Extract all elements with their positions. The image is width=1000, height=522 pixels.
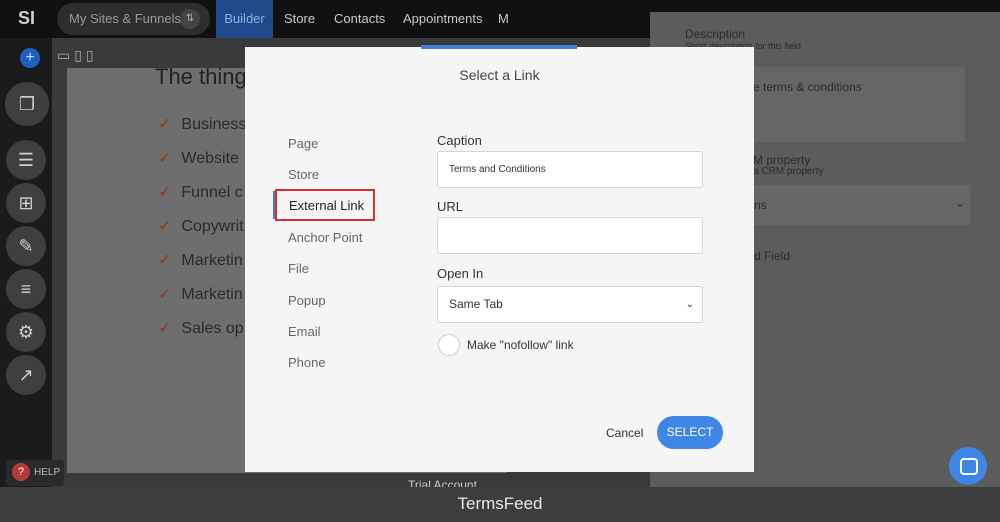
chat-icon[interactable] [949, 447, 987, 485]
open-in-label: Open In [437, 266, 484, 281]
open-in-select[interactable]: Same Tab ⌄ [437, 286, 703, 323]
chevron-down-icon: ⌄ [955, 196, 966, 210]
feature-item: ✓ Copywrit [158, 218, 244, 235]
check-icon: ✓ [158, 320, 172, 337]
select-link-modal: Select a Link Page Store External Link A… [245, 47, 754, 472]
help-button[interactable]: ? HELP [6, 460, 64, 486]
trial-account-label: Trial Account [408, 478, 477, 487]
check-icon: ✓ [158, 286, 172, 303]
link-type-file[interactable]: File [288, 261, 309, 276]
caption-input[interactable]: Terms and Conditions [437, 151, 703, 188]
feature-item: ✓ Marketin [158, 252, 243, 269]
external-icon[interactable]: ↗ [6, 355, 46, 395]
crm-property-subtitle: a CRM property [753, 166, 824, 177]
link-type-anchor-point[interactable]: Anchor Point [288, 230, 362, 245]
feature-item: ✓ Website [158, 150, 239, 167]
video-caption: TermsFeed [0, 487, 1000, 522]
feature-item: ✓ Sales op [158, 320, 244, 337]
check-icon: ✓ [158, 116, 172, 133]
select-button[interactable]: SELECT [657, 416, 723, 449]
sites-funnels-switcher[interactable]: My Sites & Funnels ⇅ [57, 3, 210, 35]
crm-select-value: ns [754, 198, 767, 212]
feature-item: ✓ Business [158, 116, 247, 133]
tab-store[interactable]: Store [284, 0, 315, 38]
help-icon: ? [12, 463, 30, 481]
feature-item: ✓ Funnel c [158, 184, 243, 201]
cancel-button[interactable]: Cancel [606, 426, 643, 440]
device-preview-icons[interactable]: ▭▯▯ [57, 47, 98, 64]
tab-more[interactable]: M [498, 0, 509, 38]
link-type-external-link[interactable]: External Link [273, 189, 375, 221]
check-icon: ✓ [158, 218, 172, 235]
caption-label: Caption [437, 133, 482, 148]
link-type-popup[interactable]: Popup [288, 293, 326, 308]
filter-icon[interactable]: ≡ [6, 269, 46, 309]
app-logo: SI [18, 8, 36, 28]
open-in-value: Same Tab [449, 297, 503, 311]
check-icon: ✓ [158, 252, 172, 269]
settings-icon[interactable]: ⚙ [6, 312, 46, 352]
link-type-email[interactable]: Email [288, 324, 321, 339]
sites-label: My Sites & Funnels [69, 11, 181, 26]
nofollow-label: Make "nofollow" link [467, 338, 574, 352]
check-icon: ✓ [158, 150, 172, 167]
canvas-heading: The thing [155, 64, 247, 89]
add-element-icon[interactable]: ⊞ [6, 183, 46, 223]
tab-builder[interactable]: Builder [216, 0, 273, 38]
crm-property-title: M property [753, 153, 811, 167]
pages-icon[interactable]: ❐ [5, 82, 49, 126]
chevron-down-icon: ⌄ [685, 299, 694, 310]
feature-item: ✓ Marketin [158, 286, 243, 303]
add-icon[interactable]: + [20, 48, 40, 68]
tab-appointments[interactable]: Appointments [403, 0, 483, 38]
link-type-store[interactable]: Store [288, 167, 319, 182]
switch-icon: ⇅ [180, 9, 200, 29]
link-type-page[interactable]: Page [288, 136, 318, 151]
brush-icon[interactable]: ✎ [6, 226, 46, 266]
description-title: Description [685, 27, 746, 41]
tab-contacts[interactable]: Contacts [334, 0, 385, 38]
url-input[interactable] [437, 217, 703, 254]
terms-text: e terms & conditions [753, 80, 862, 94]
field-text: d Field [754, 249, 791, 263]
modal-accent-bar [421, 45, 577, 49]
modal-title: Select a Link [459, 67, 540, 83]
link-type-phone[interactable]: Phone [288, 355, 326, 370]
url-label: URL [437, 199, 464, 214]
nofollow-checkbox[interactable] [438, 334, 460, 356]
sections-icon[interactable]: ☰ [6, 140, 46, 180]
left-toolbar: ❐ ☰ ⊞ ✎ ≡ ⚙ ↗ [0, 38, 52, 487]
check-icon: ✓ [158, 184, 172, 201]
